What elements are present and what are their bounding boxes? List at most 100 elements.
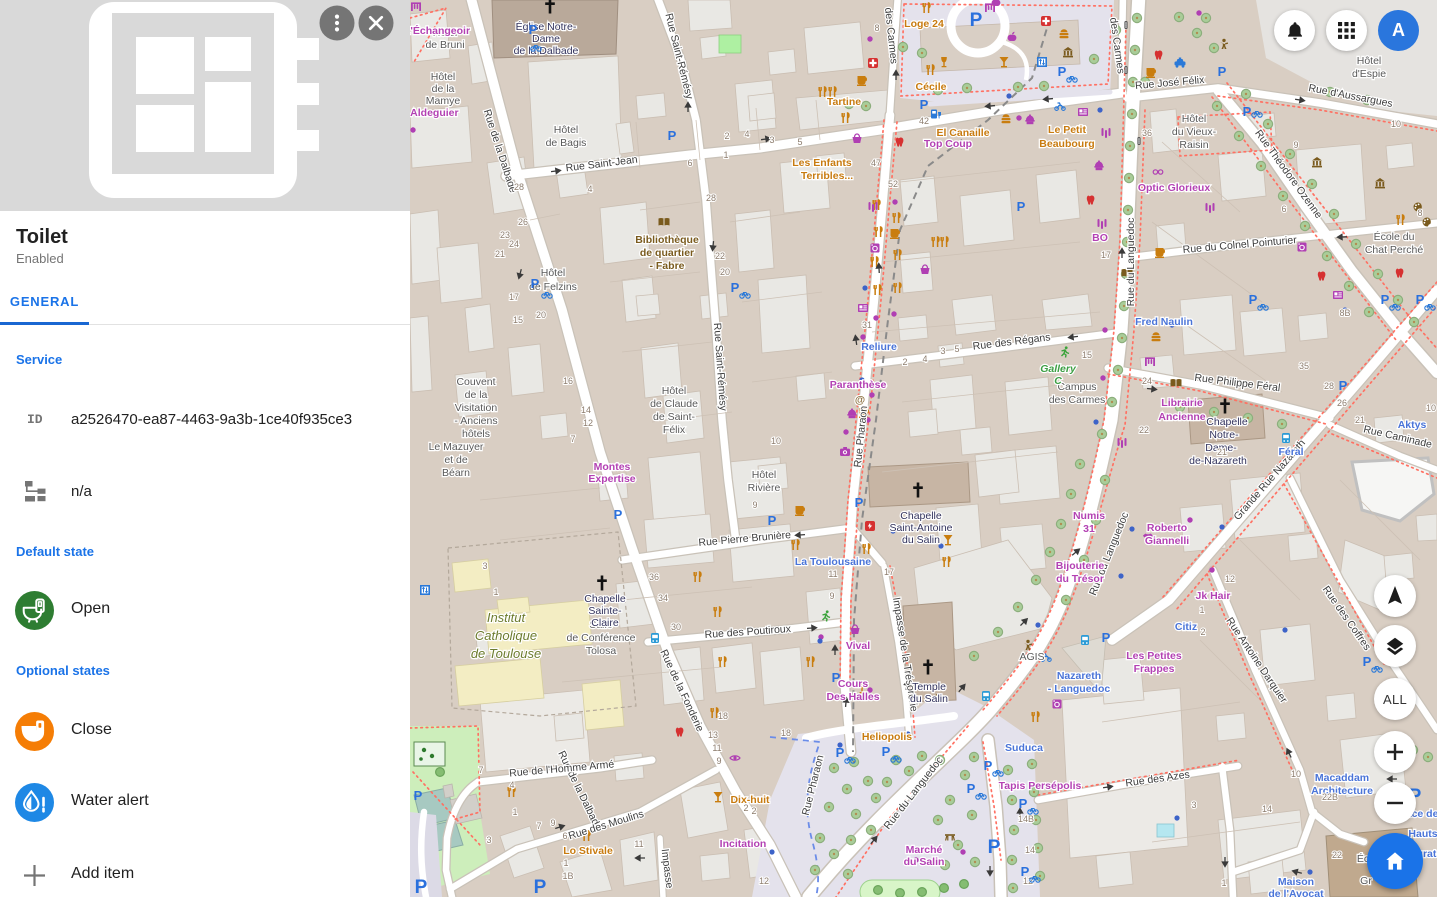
- svg-text:Montes: Montes: [594, 461, 631, 473]
- svg-text:2: 2: [751, 806, 756, 816]
- svg-text:28: 28: [706, 193, 716, 203]
- svg-text:9: 9: [829, 591, 834, 601]
- svg-text:2: 2: [743, 803, 748, 813]
- svg-text:Le Mazuyer: Le Mazuyer: [429, 441, 484, 453]
- svg-text:21: 21: [495, 249, 505, 259]
- svg-text:3: 3: [940, 346, 945, 356]
- svg-text:La Toulousaine: La Toulousaine: [795, 556, 871, 568]
- svg-text:P: P: [1102, 630, 1111, 645]
- svg-text:Numis: Numis: [1073, 510, 1105, 522]
- svg-text:P: P: [855, 495, 864, 510]
- svg-text:El Canaille: El Canaille: [936, 127, 989, 139]
- svg-text:Chapelle: Chapelle: [584, 593, 626, 605]
- svg-text:17: 17: [884, 567, 894, 577]
- svg-text:Des Halles: Des Halles: [826, 691, 879, 703]
- svg-text:Campus: Campus: [1057, 381, 1096, 393]
- svg-text:2: 2: [1200, 627, 1205, 637]
- svg-text:Chapelle: Chapelle: [1206, 416, 1248, 428]
- svg-text:13: 13: [708, 730, 718, 740]
- svg-text:14: 14: [581, 405, 591, 415]
- svg-text:34: 34: [658, 593, 668, 603]
- svg-text:- Fabre: - Fabre: [649, 260, 684, 272]
- svg-text:hôtels: hôtels: [462, 428, 490, 440]
- svg-text:1: 1: [1199, 605, 1204, 615]
- svg-text:3: 3: [482, 561, 487, 571]
- svg-text:7: 7: [536, 821, 541, 831]
- svg-text:Chat Perché: Chat Perché: [1365, 244, 1424, 256]
- svg-text:P: P: [415, 877, 428, 897]
- svg-text:1: 1: [493, 587, 498, 597]
- svg-text:21: 21: [1355, 415, 1365, 425]
- svg-text:de la: de la: [465, 389, 488, 401]
- svg-text:Félix: Félix: [663, 424, 686, 436]
- svg-text:12: 12: [1225, 574, 1235, 584]
- svg-text:3: 3: [769, 135, 774, 145]
- svg-text:9: 9: [752, 500, 757, 510]
- svg-text:26: 26: [1337, 398, 1347, 408]
- svg-text:15: 15: [1082, 350, 1092, 360]
- svg-text:11: 11: [828, 569, 837, 579]
- svg-text:Tapis Persépolis: Tapis Persépolis: [999, 780, 1082, 792]
- svg-text:P: P: [984, 758, 993, 773]
- svg-text:Rue du Languedoc: Rue du Languedoc: [1125, 218, 1137, 307]
- svg-text:Architecture: Architecture: [1311, 785, 1373, 797]
- svg-text:Tartine: Tartine: [827, 96, 861, 108]
- svg-text:Hauts: Hauts: [1408, 828, 1437, 840]
- svg-text:22: 22: [1139, 425, 1149, 435]
- svg-text:17: 17: [1101, 250, 1111, 260]
- svg-text:24: 24: [509, 239, 519, 249]
- svg-text:9: 9: [550, 818, 555, 828]
- svg-text:Gr: Gr: [1360, 875, 1372, 887]
- svg-text:Sainte-: Sainte-: [588, 605, 622, 617]
- svg-text:11: 11: [634, 839, 643, 849]
- svg-text:Incitation: Incitation: [720, 838, 767, 850]
- svg-text:L'Échangeoir: L'Échangeoir: [410, 24, 470, 37]
- svg-text:14: 14: [1262, 804, 1272, 814]
- svg-text:Terribles...: Terribles...: [801, 170, 853, 182]
- svg-text:Bijouterie: Bijouterie: [1056, 560, 1105, 572]
- svg-text:P: P: [1017, 199, 1026, 214]
- svg-text:P: P: [1021, 864, 1030, 879]
- svg-text:de Bagis: de Bagis: [546, 137, 587, 149]
- svg-text:10: 10: [1426, 403, 1436, 413]
- svg-text:20: 20: [536, 310, 546, 320]
- svg-text:P: P: [1243, 104, 1252, 119]
- svg-text:11: 11: [712, 743, 721, 753]
- svg-text:Les Enfants: Les Enfants: [792, 157, 852, 169]
- svg-text:Loge 24: Loge 24: [904, 18, 944, 30]
- svg-text:P: P: [731, 280, 740, 295]
- svg-text:Hôtel: Hôtel: [752, 469, 777, 481]
- svg-text:6: 6: [1281, 204, 1286, 214]
- svg-text:Féral: Féral: [1278, 446, 1303, 458]
- svg-text:10: 10: [771, 436, 781, 446]
- svg-text:28: 28: [514, 182, 524, 192]
- svg-text:Frappes: Frappes: [1134, 663, 1175, 675]
- svg-text:Heliopolis: Heliopolis: [862, 731, 912, 743]
- svg-text:Aktys: Aktys: [1398, 419, 1427, 431]
- svg-text:P: P: [970, 10, 983, 31]
- svg-text:8: 8: [874, 23, 879, 33]
- svg-text:Catholique: Catholique: [475, 628, 537, 643]
- svg-text:Roberto: Roberto: [1147, 522, 1187, 534]
- svg-text:Ancienne: Ancienne: [1158, 411, 1205, 423]
- svg-text:Église Notre-: Église Notre-: [516, 20, 577, 33]
- svg-text:P: P: [614, 507, 623, 522]
- svg-text:P: P: [836, 745, 845, 760]
- svg-text:de Toulouse: de Toulouse: [471, 646, 541, 661]
- svg-text:- Languedoc: - Languedoc: [1048, 683, 1111, 695]
- svg-text:18: 18: [781, 728, 791, 738]
- svg-text:tel Aldeguier: tel Aldeguier: [410, 107, 459, 119]
- svg-text:3: 3: [486, 835, 491, 845]
- svg-text:Fred Naulin: Fred Naulin: [1135, 316, 1193, 328]
- svg-text:du Salin: du Salin: [904, 856, 945, 868]
- svg-text:Top Coup: Top Coup: [924, 138, 972, 150]
- svg-text:1: 1: [1221, 878, 1226, 888]
- svg-text:Lo Stivale: Lo Stivale: [563, 845, 613, 857]
- svg-text:Hôtel: Hôtel: [431, 71, 456, 83]
- svg-text:Raisin: Raisin: [1179, 139, 1208, 151]
- svg-text:14B: 14B: [1018, 814, 1034, 824]
- svg-text:24: 24: [1142, 376, 1152, 386]
- svg-text:Les Petites: Les Petites: [1126, 650, 1182, 662]
- svg-text:Maison: Maison: [1278, 876, 1314, 888]
- svg-text:P: P: [534, 877, 547, 897]
